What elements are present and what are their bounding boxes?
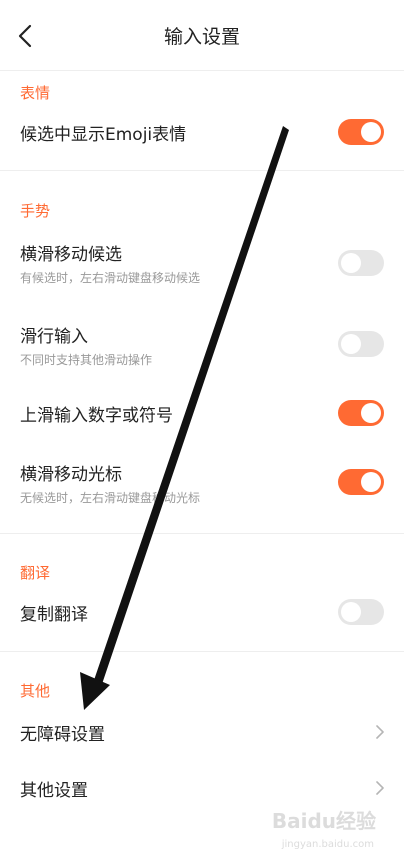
setting-subtitle: 无候选时，左右滑动键盘移动光标 <box>20 491 201 505</box>
setting-subtitle: 有候选时，左右滑动键盘移动候选 <box>20 271 201 285</box>
section-label-emoji: 表情 <box>20 84 51 102</box>
setting-row-swipe-cursor[interactable]: 横滑移动光标 无候选时，左右滑动键盘移动光标 <box>0 456 404 510</box>
setting-title: 滑行输入 <box>20 327 88 347</box>
divider <box>0 533 404 534</box>
setting-row-accessibility[interactable]: 无障碍设置 <box>0 712 404 752</box>
header-bar: 输入设置 <box>0 0 404 71</box>
section-label-other: 其他 <box>20 682 51 700</box>
swipe-up-numbers-toggle[interactable] <box>338 400 384 426</box>
divider <box>0 170 404 171</box>
emoji-candidates-toggle[interactable] <box>338 119 384 145</box>
setting-title: 无障碍设置 <box>20 725 105 745</box>
glide-input-toggle[interactable] <box>338 331 384 357</box>
divider <box>0 651 404 652</box>
toggle-knob <box>361 472 381 492</box>
swipe-cursor-toggle[interactable] <box>338 469 384 495</box>
chevron-right-icon <box>376 781 384 795</box>
setting-title: 上滑输入数字或符号 <box>20 406 173 426</box>
page-title: 输入设置 <box>163 26 240 48</box>
setting-title: 候选中显示Emoji表情 <box>20 125 187 145</box>
setting-title: 横滑移动候选 <box>20 245 122 265</box>
setting-row-swipe-candidates[interactable]: 横滑移动候选 有候选时，左右滑动键盘移动候选 <box>0 236 404 290</box>
toggle-knob <box>361 122 381 142</box>
baidu-watermark-url: jingyan.baidu.com <box>281 839 374 850</box>
setting-title: 复制翻译 <box>20 605 88 625</box>
toggle-knob <box>361 403 381 423</box>
baidu-watermark-logo: Baidu经验 <box>271 809 376 833</box>
setting-row-glide-input[interactable]: 滑行输入 不同时支持其他滑动操作 <box>0 318 404 372</box>
setting-row-emoji-candidates[interactable]: 候选中显示Emoji表情 <box>0 112 404 152</box>
toggle-knob <box>341 334 361 354</box>
section-label-translate: 翻译 <box>20 564 51 582</box>
setting-title: 横滑移动光标 <box>20 465 122 485</box>
setting-title: 其他设置 <box>20 781 88 801</box>
copy-translate-toggle[interactable] <box>338 599 384 625</box>
toggle-knob <box>341 253 361 273</box>
swipe-candidates-toggle[interactable] <box>338 250 384 276</box>
setting-row-copy-translate[interactable]: 复制翻译 <box>0 592 404 632</box>
setting-subtitle: 不同时支持其他滑动操作 <box>20 353 153 367</box>
chevron-right-icon <box>376 725 384 739</box>
section-label-gesture: 手势 <box>20 202 51 220</box>
toggle-knob <box>341 602 361 622</box>
setting-row-swipe-up-numbers[interactable]: 上滑输入数字或符号 <box>0 395 404 435</box>
setting-row-other-settings[interactable]: 其他设置 <box>0 768 404 808</box>
